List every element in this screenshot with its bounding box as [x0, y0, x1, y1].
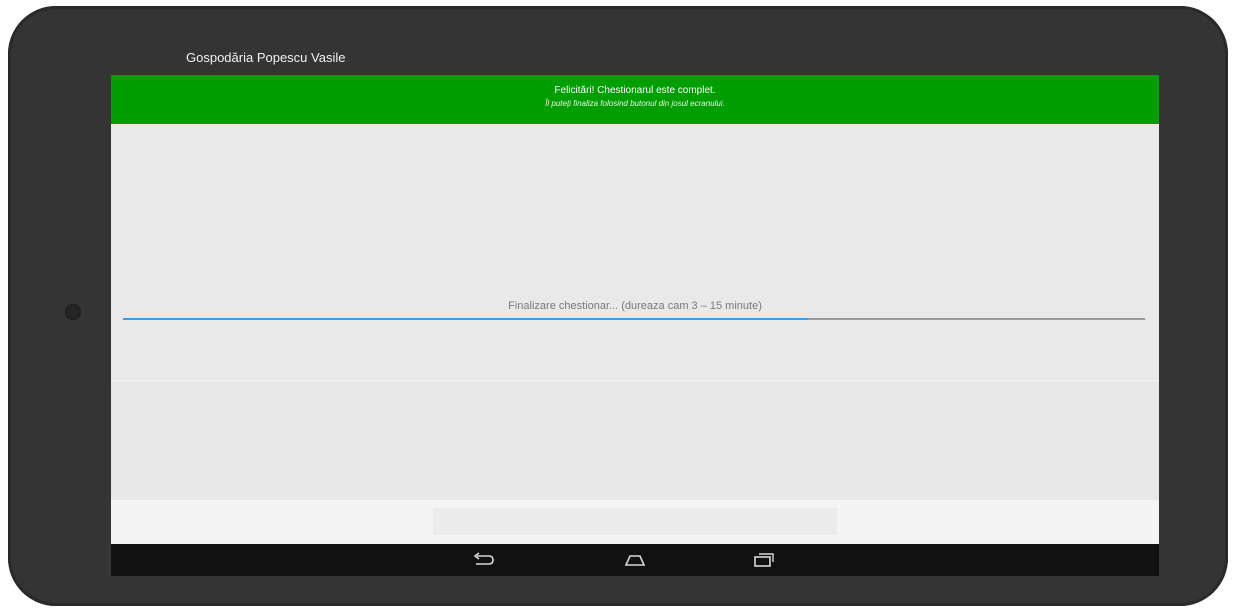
front-camera	[65, 304, 81, 320]
progress-bar	[123, 318, 1145, 320]
progress-label: Finalizare chestionar... (dureaza cam 3 …	[508, 300, 762, 312]
tablet-frame: Gospodăria Popescu Vasile Felicitări! Ch…	[8, 6, 1228, 606]
progress-bar-fill	[123, 318, 808, 320]
banner-title: Felicitări! Chestionarul este complet.	[554, 85, 716, 96]
banner-subtitle: Îl puteți finaliza folosind butonul din …	[545, 99, 725, 108]
finish-questionnaire-button[interactable]	[433, 508, 837, 535]
recent-apps-icon[interactable]	[743, 548, 783, 572]
home-icon[interactable]	[615, 548, 655, 572]
screen: Gospodăria Popescu Vasile Felicitări! Ch…	[111, 42, 1159, 576]
bottom-panel	[111, 500, 1159, 544]
back-icon[interactable]	[463, 548, 503, 572]
content-overlay	[111, 380, 1159, 501]
app-title: Gospodăria Popescu Vasile	[186, 50, 346, 65]
app-bar: Gospodăria Popescu Vasile	[111, 42, 1159, 75]
system-navigation-bar	[111, 544, 1159, 576]
completion-banner: Felicitări! Chestionarul este complet. Î…	[111, 75, 1159, 124]
